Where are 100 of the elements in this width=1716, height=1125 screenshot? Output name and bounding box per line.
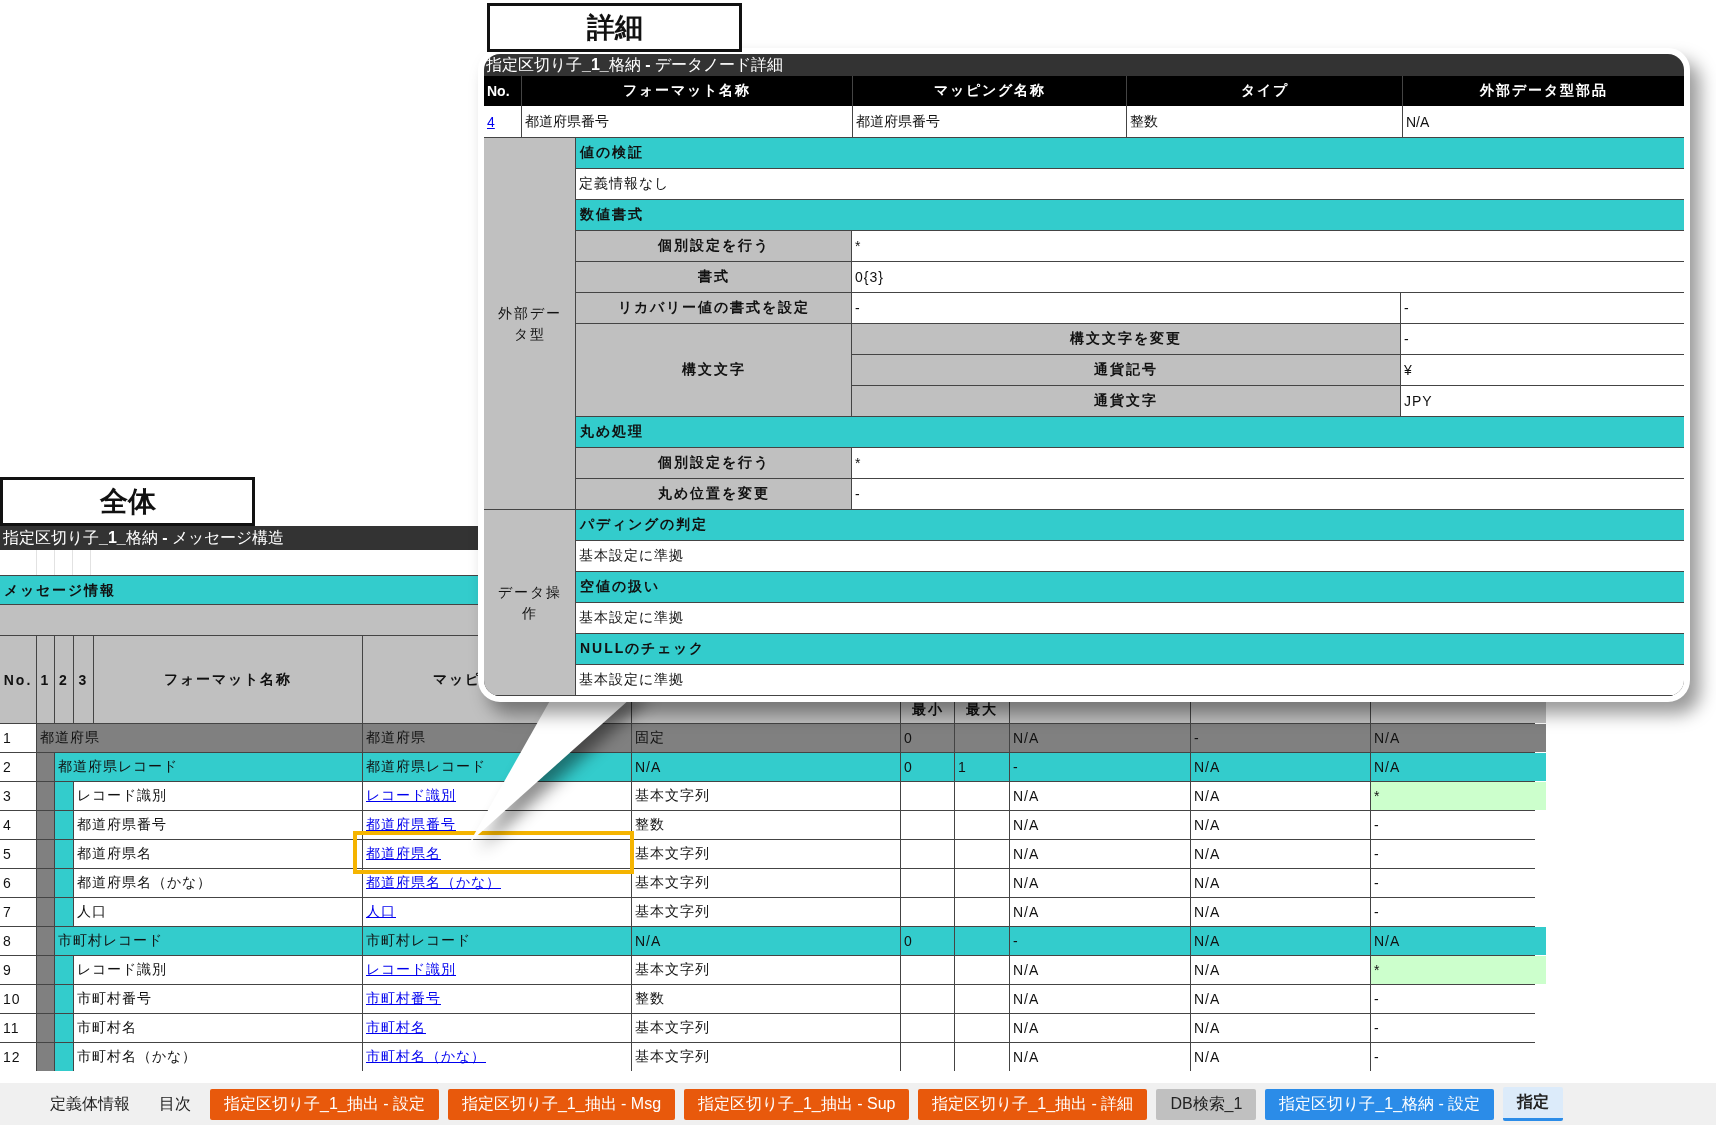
row-number: 2 <box>0 753 36 781</box>
table-cell: N/A <box>1010 869 1190 897</box>
table-cell: 都道府県番号 <box>525 112 609 131</box>
table-cell: 人口 <box>74 898 362 926</box>
table-cell: - <box>852 479 1684 509</box>
table-cell: 整数 <box>632 811 900 839</box>
row-label: 構文文字 <box>576 324 851 416</box>
table-cell: N/A <box>1191 1014 1370 1042</box>
row-number-link[interactable]: 4 <box>487 113 495 130</box>
mapping-link[interactable]: 人口 <box>366 903 396 921</box>
table-cell <box>955 840 1009 868</box>
table-cell: 市町村名 <box>74 1014 362 1042</box>
table-cell: レコード識別 <box>74 956 362 984</box>
tree-indent <box>55 898 73 926</box>
table-cell: N/A <box>1191 840 1370 868</box>
table-cell: N/A <box>1191 956 1370 984</box>
sheet-tab[interactable]: 指定区切り子_1_抽出 - Msg <box>447 1088 676 1120</box>
section-heading: 空値の扱い <box>576 572 1684 602</box>
table-cell: 都道府県レコード <box>366 758 486 776</box>
tree-indent <box>55 985 73 1013</box>
mapping-link[interactable]: 都道府県名 <box>366 845 441 863</box>
table-cell: 市町村番号 <box>74 985 362 1013</box>
row-number: 7 <box>0 898 36 926</box>
group-label: データ操作 <box>484 510 575 695</box>
table-cell: * <box>1371 782 1546 810</box>
table-cell: N/A <box>1191 869 1370 897</box>
tree-indent <box>55 1014 73 1042</box>
table-cell: 基本文字列 <box>632 898 900 926</box>
tree-indent <box>55 811 73 839</box>
table-cell: * <box>852 448 1684 478</box>
tree-indent <box>55 840 73 868</box>
table-cell: 0{3} <box>852 262 1684 292</box>
table-cell: - <box>1010 753 1190 781</box>
row-label: リカバリー値の書式を設定 <box>576 293 851 323</box>
sheet-tab[interactable]: DB検索_1 <box>1156 1088 1257 1120</box>
row-number: 11 <box>0 1014 36 1042</box>
mapping-link[interactable]: 市町村名 <box>366 1019 426 1037</box>
tree-indent <box>37 1043 54 1071</box>
table-cell: 都道府県レコード <box>55 753 362 781</box>
table-cell <box>955 724 1009 752</box>
section-heading: 丸め処理 <box>576 417 1684 447</box>
table-cell <box>955 927 1009 955</box>
table-cell: 都道府県 <box>366 729 426 747</box>
table-cell: 1 <box>955 753 1009 781</box>
row-number: 4 <box>0 811 36 839</box>
tree-indent <box>37 840 54 868</box>
table-cell: 市町村名（かな） <box>74 1043 362 1071</box>
table-cell: 整数 <box>632 985 900 1013</box>
table-cell <box>901 1043 954 1071</box>
table-cell <box>901 840 954 868</box>
row-label: 構文文字を変更 <box>852 324 1400 354</box>
table-cell: 基本文字列 <box>632 956 900 984</box>
table-cell: JPY <box>1401 386 1684 416</box>
sheet-tab[interactable]: 指定区切り子_1_抽出 - 詳細 <box>918 1088 1148 1120</box>
sheet-tab[interactable]: 目次 <box>149 1089 201 1119</box>
table-cell: * <box>852 231 1684 261</box>
row-number: 8 <box>0 927 36 955</box>
row-label: 個別設定を行う <box>576 231 851 261</box>
table-cell: 整数 <box>1130 112 1158 131</box>
sheet-tab[interactable]: 指定区切り子_1_抽出 - Sup <box>684 1088 910 1120</box>
table-cell: レコード識別 <box>74 782 362 810</box>
table-cell <box>901 898 954 926</box>
section-heading: 数値書式 <box>576 200 1684 230</box>
table-cell: - <box>1191 724 1370 752</box>
row-label: 通貨文字 <box>852 386 1400 416</box>
table-cell: 0 <box>901 753 954 781</box>
table-cell <box>901 782 954 810</box>
tree-indent <box>55 956 73 984</box>
section-heading: NULLのチェック <box>576 634 1684 664</box>
column-header: マッピング名称 <box>853 76 1126 106</box>
table-cell: 0 <box>901 927 954 955</box>
tree-indent <box>37 869 54 897</box>
table-cell: 都道府県名 <box>74 840 362 868</box>
sheet-tab[interactable]: 指定 <box>1503 1087 1564 1121</box>
sheet-tab[interactable]: 指定区切り子_1_抽出 - 設定 <box>210 1088 439 1120</box>
column-header: タイプ <box>1127 76 1402 106</box>
tree-indent <box>55 1043 73 1071</box>
table-cell: - <box>852 293 1400 323</box>
section-heading: パディングの判定 <box>576 510 1684 540</box>
tree-indent <box>37 956 54 984</box>
row-label: 通貨記号 <box>852 355 1400 385</box>
row-label: 個別設定を行う <box>576 448 851 478</box>
mapping-link[interactable]: 市町村番号 <box>366 990 441 1008</box>
table-cell: 固定 <box>632 724 900 752</box>
tree-indent <box>37 985 54 1013</box>
table-cell: 0 <box>901 724 954 752</box>
row-label: 書式 <box>576 262 851 292</box>
table-cell: N/A <box>1010 898 1190 926</box>
table-cell <box>955 1043 1009 1071</box>
table-cell: N/A <box>1010 985 1190 1013</box>
table-cell: N/A <box>1191 1043 1370 1071</box>
table-cell: N/A <box>1371 724 1546 752</box>
header-cell: 1 <box>37 636 54 723</box>
table-cell <box>955 811 1009 839</box>
table-cell <box>955 898 1009 926</box>
table-cell: N/A <box>1010 956 1190 984</box>
table-cell: N/A <box>1010 1014 1190 1042</box>
sheet-tab[interactable]: 定義体情報 <box>40 1089 140 1119</box>
table-cell <box>901 1014 954 1042</box>
table-cell <box>955 869 1009 897</box>
